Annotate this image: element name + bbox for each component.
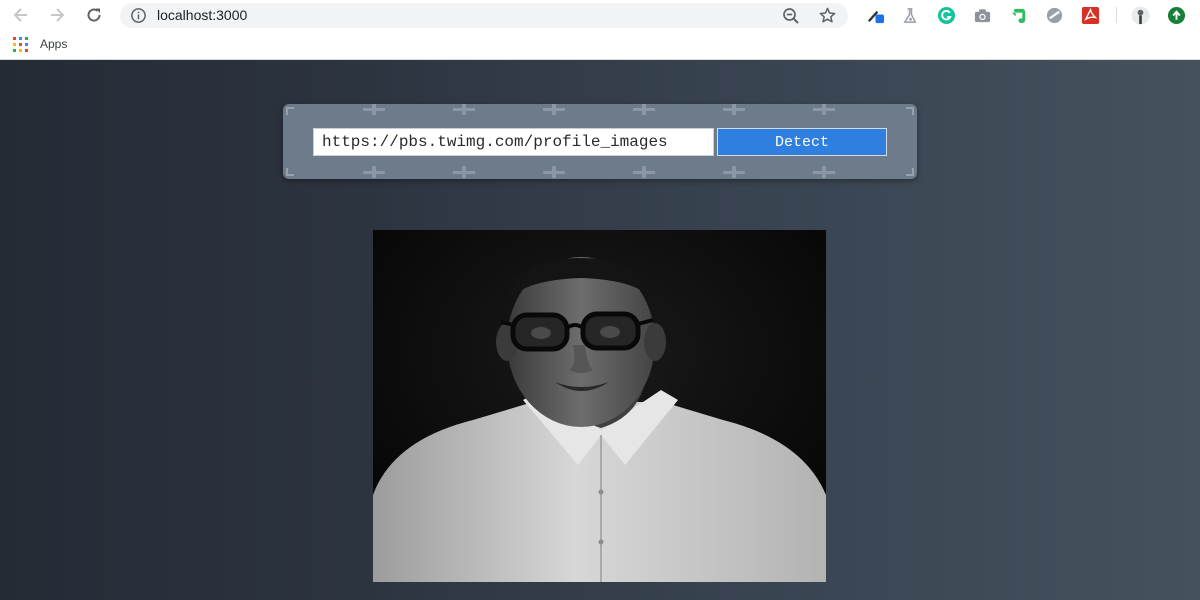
address-bar[interactable]: localhost:3000 bbox=[120, 3, 848, 28]
corner-decoration bbox=[906, 168, 914, 176]
arrow-left-icon bbox=[13, 8, 27, 22]
plus-decoration bbox=[363, 104, 385, 115]
detect-button[interactable]: Detect bbox=[717, 128, 887, 156]
back-button[interactable] bbox=[9, 4, 33, 26]
corner-decoration bbox=[906, 107, 914, 115]
plus-decoration bbox=[813, 166, 835, 178]
plus-decoration bbox=[633, 166, 655, 178]
bookmarks-bar: Apps bbox=[0, 31, 1200, 60]
avatar[interactable] bbox=[1131, 6, 1150, 25]
toolbar-separator bbox=[1116, 7, 1117, 23]
forward-button[interactable] bbox=[45, 4, 69, 26]
plus-decoration bbox=[453, 166, 475, 178]
color-picker-extension-icon[interactable] bbox=[866, 6, 885, 25]
plus-decoration bbox=[543, 104, 565, 115]
info-icon[interactable] bbox=[130, 7, 147, 24]
portrait-photo bbox=[373, 230, 826, 582]
upload-extension-icon[interactable] bbox=[1167, 6, 1186, 25]
plus-decoration bbox=[543, 166, 565, 178]
star-icon[interactable] bbox=[818, 6, 837, 25]
reload-icon bbox=[87, 8, 101, 22]
apps-grid-icon[interactable] bbox=[13, 37, 28, 52]
corner-decoration bbox=[286, 168, 294, 176]
browser-toolbar: localhost:3000 bbox=[0, 0, 1200, 31]
plus-decoration bbox=[453, 104, 475, 115]
pdf-extension-icon[interactable] bbox=[1081, 6, 1100, 25]
camera-icon[interactable] bbox=[973, 6, 992, 25]
plus-decoration bbox=[633, 104, 655, 115]
plus-decoration bbox=[813, 104, 835, 115]
plus-decoration bbox=[723, 104, 745, 115]
bookmark-apps[interactable]: Apps bbox=[40, 36, 67, 52]
grammarly-icon[interactable] bbox=[937, 6, 956, 25]
corner-decoration bbox=[286, 107, 294, 115]
arrow-right-icon bbox=[51, 8, 65, 22]
image-url-form: Detect bbox=[283, 104, 917, 179]
page-viewport: Detect bbox=[0, 60, 1200, 600]
plus-decoration bbox=[363, 166, 385, 178]
plus-decoration bbox=[723, 166, 745, 178]
lab-extension-icon[interactable] bbox=[901, 6, 920, 25]
reload-button[interactable] bbox=[82, 4, 106, 26]
address-url: localhost:3000 bbox=[157, 7, 248, 23]
image-url-input[interactable] bbox=[313, 128, 714, 156]
uploaded-photo bbox=[373, 230, 826, 582]
evernote-icon[interactable] bbox=[1009, 6, 1028, 25]
zoom-out-icon[interactable] bbox=[782, 7, 800, 25]
eye-slash-icon[interactable] bbox=[1045, 6, 1064, 25]
